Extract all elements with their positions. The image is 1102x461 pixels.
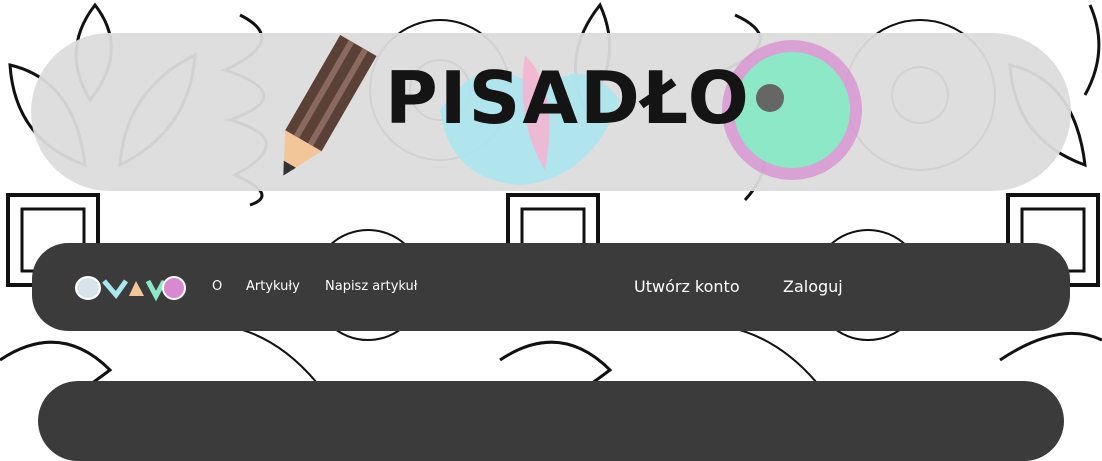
swirl bbox=[999, 331, 1102, 362]
site-logo[interactable] bbox=[74, 271, 186, 305]
pencil-icon bbox=[283, 35, 377, 176]
register-link[interactable]: Utwórz konto bbox=[634, 277, 740, 296]
content-panel bbox=[38, 381, 1064, 461]
main-navigation: O Artykuły Napisz artykuł Utwórz konto Z… bbox=[32, 243, 1070, 331]
site-title: PISADŁO bbox=[385, 56, 751, 140]
nav-link-write-article[interactable]: Napisz artykuł bbox=[325, 279, 417, 294]
nav-link-about[interactable]: O bbox=[212, 279, 222, 294]
login-link[interactable]: Zaloguj bbox=[783, 277, 843, 296]
nav-link-articles[interactable]: Artykuły bbox=[246, 279, 300, 294]
